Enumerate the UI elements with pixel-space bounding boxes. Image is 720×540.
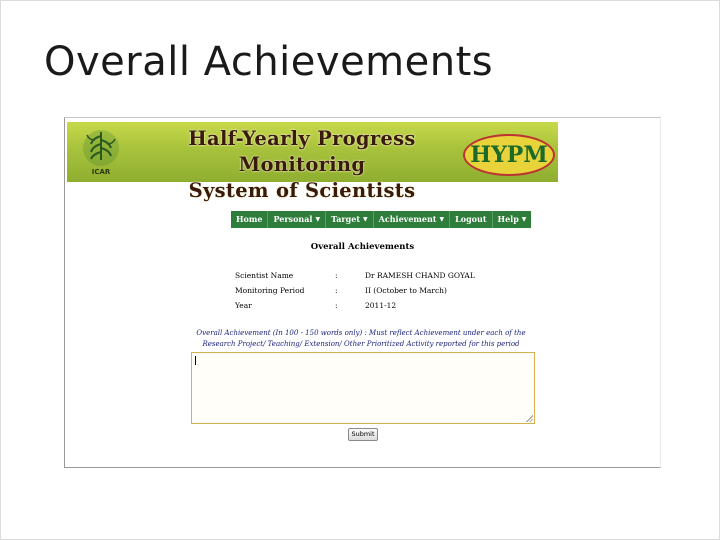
submit-button[interactable]: Submit	[348, 428, 378, 441]
nav-item-home[interactable]: Home	[231, 211, 269, 228]
info-colon: :	[335, 301, 338, 310]
resize-handle-icon[interactable]	[526, 415, 533, 422]
chevron-down-icon: ▼	[363, 216, 368, 223]
text-cursor	[195, 356, 196, 365]
info-value: 2011-12	[365, 301, 397, 310]
slide-title: Overall Achievements	[44, 39, 494, 85]
hypm-logo: HYPM	[463, 134, 555, 176]
nav-item-label: Target	[331, 214, 361, 224]
nav-item-label: Personal	[273, 214, 313, 224]
main-nav-bar: Home Personal ▼ Target ▼ Achievement ▼ Logo…	[231, 211, 532, 228]
instruction-line2: Research Project/ Teaching/ Extension/ O…	[202, 340, 520, 348]
app-screenshot: ICAR Half-Yearly Progress Monitoring Sys…	[64, 117, 661, 468]
nav-item-help[interactable]: Help ▼	[493, 211, 532, 228]
nav-item-label: Help	[497, 214, 519, 224]
info-colon: :	[335, 271, 338, 280]
info-colon: :	[335, 286, 338, 295]
header-banner: ICAR Half-Yearly Progress Monitoring Sys…	[67, 122, 558, 202]
nav-item-label: Logout	[455, 214, 487, 224]
icar-logo-icon: ICAR	[83, 130, 119, 176]
banner-title-line1: Half-Yearly Progress Monitoring	[188, 127, 416, 176]
hypm-logo-text: HYPM	[470, 142, 548, 168]
banner-title: Half-Yearly Progress Monitoring System o…	[137, 126, 467, 204]
overall-achievement-textarea[interactable]	[191, 352, 535, 424]
icar-logo-caption: ICAR	[92, 168, 111, 176]
chevron-down-icon: ▼	[315, 216, 321, 223]
nav-item-personal[interactable]: Personal ▼	[268, 211, 327, 228]
info-value: II (October to March)	[365, 286, 447, 295]
page-heading: Overall Achievements	[310, 242, 415, 252]
info-value: Dr RAMESH CHAND GOYAL	[365, 271, 475, 280]
nav-item-target[interactable]: Target ▼	[326, 211, 374, 228]
banner-title-line2: System of Scientists	[188, 179, 416, 202]
nav-item-label: Achievement	[378, 214, 437, 224]
chevron-down-icon: ▼	[521, 216, 527, 223]
instruction-line1: Overall Achievement (In 100 - 150 words …	[196, 329, 526, 337]
achievement-instruction: Overall Achievement (In 100 - 150 words …	[191, 328, 531, 350]
chevron-down-icon: ▼	[439, 216, 445, 223]
nav-item-logout[interactable]: Logout	[450, 211, 493, 228]
nav-item-label: Home	[236, 214, 263, 224]
info-label: Year	[235, 301, 252, 310]
nav-item-achievement[interactable]: Achievement ▼	[374, 211, 451, 228]
info-label: Monitoring Period	[235, 286, 305, 295]
info-label: Scientist Name	[235, 271, 294, 280]
